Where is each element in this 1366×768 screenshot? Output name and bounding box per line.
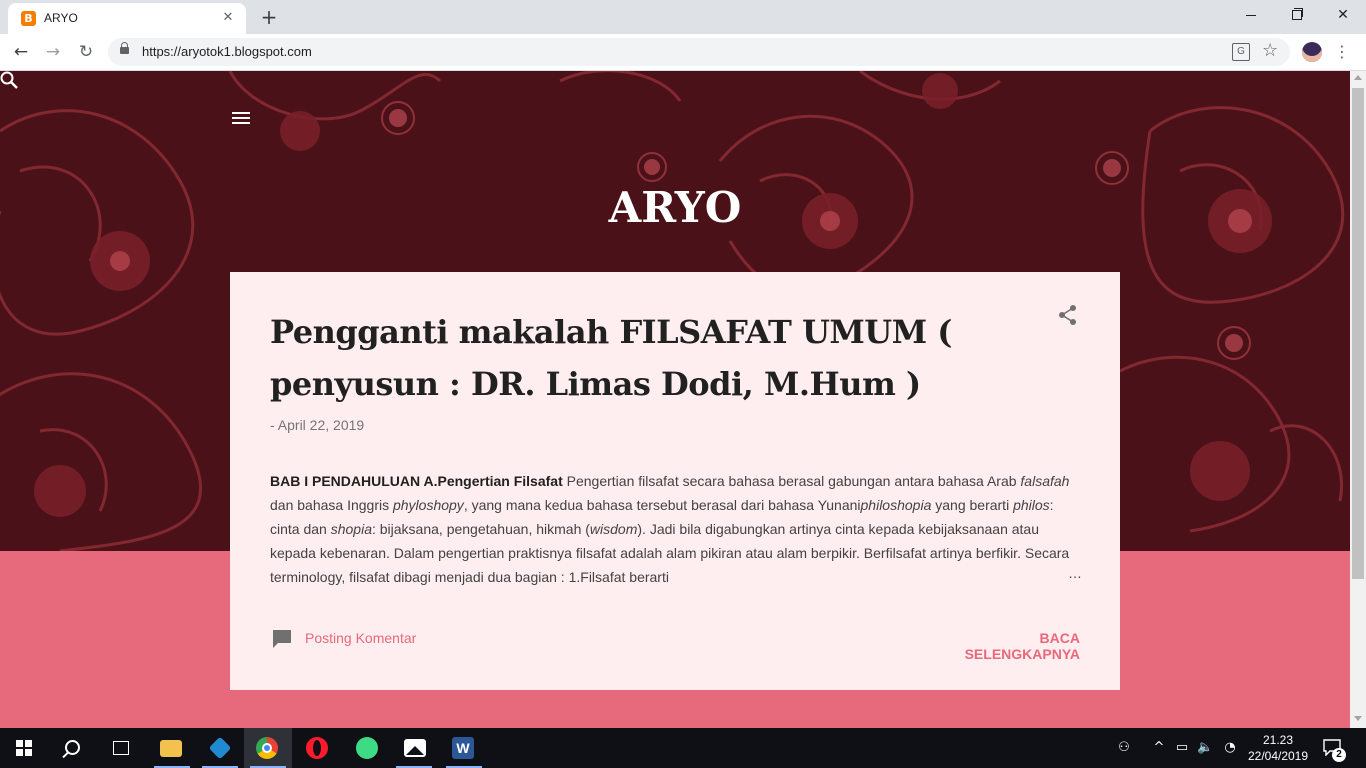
people-icon[interactable]: ⚇ <box>1116 740 1132 756</box>
close-tab-icon[interactable]: ✕ <box>219 9 237 27</box>
snippet-text: dan bahasa Inggris <box>270 497 393 513</box>
chrome-button[interactable] <box>244 728 292 768</box>
profile-avatar[interactable] <box>1302 42 1322 62</box>
page-scrollbar[interactable] <box>1350 71 1366 728</box>
clock-date: 22/04/2019 <box>1247 749 1309 763</box>
hamburger-menu-icon[interactable] <box>232 112 252 126</box>
comment-link[interactable]: Posting Komentar <box>305 630 416 646</box>
back-button[interactable]: ← <box>9 40 33 64</box>
photos-button[interactable] <box>390 728 438 768</box>
vscode-button[interactable] <box>196 728 244 768</box>
snippet-text: yang berarti <box>931 497 1014 513</box>
url-text[interactable]: https://aryotok1.blogspot.com <box>142 44 312 59</box>
file-explorer-button[interactable] <box>148 728 196 768</box>
snippet-italic: falsafah <box>1020 473 1070 489</box>
task-view-button[interactable] <box>96 728 144 768</box>
opera-center-icon <box>313 740 321 756</box>
taskbar-search-button[interactable] <box>48 728 96 768</box>
snippet-text: Pengertian filsafat secara bahasa berasa… <box>562 473 1021 489</box>
opera-icon <box>306 737 328 759</box>
browser-menu-icon[interactable]: ⋮ <box>1334 40 1350 64</box>
folder-icon <box>160 740 182 757</box>
show-hidden-icons-chevron-icon[interactable]: ^ <box>1151 740 1167 756</box>
search-icon[interactable] <box>0 71 18 89</box>
vscode-icon <box>208 736 232 760</box>
word-button[interactable]: W <box>440 728 488 768</box>
word-icon: W <box>452 737 474 759</box>
new-tab-button[interactable]: + <box>258 6 280 28</box>
snippet-text: , yang mana kedua bahasa tersebut berasa… <box>463 497 861 513</box>
start-button[interactable] <box>0 728 48 768</box>
notification-count-badge: 2 <box>1332 748 1346 762</box>
task-view-icon <box>113 741 129 755</box>
address-bar[interactable]: https://aryotok1.blogspot.com G ☆ <box>108 38 1290 66</box>
snippet-italic: philos <box>1013 497 1050 513</box>
scroll-down-arrow-icon[interactable] <box>1354 716 1362 721</box>
wifi-icon[interactable]: ◔ <box>1222 740 1238 756</box>
taskbar-clock[interactable]: 21.23 22/04/2019 <box>1238 732 1318 764</box>
translate-icon[interactable]: G <box>1232 43 1250 61</box>
blog-title[interactable]: ARYO <box>0 183 1350 232</box>
battery-icon[interactable]: ▭ <box>1174 740 1190 756</box>
browser-tab[interactable]: B ARYO ✕ <box>8 3 246 34</box>
close-window-button[interactable]: ✕ <box>1320 0 1366 30</box>
photo-mountain-icon <box>406 746 424 755</box>
forward-button[interactable]: → <box>41 40 65 64</box>
browser-titlebar: B ARYO ✕ + ✕ <box>0 0 1366 34</box>
bookmark-star-icon[interactable]: ☆ <box>1262 40 1278 61</box>
reload-button[interactable]: ↻ <box>74 40 98 64</box>
post-title[interactable]: Pengganti makalah FILSAFAT UMUM ( penyus… <box>270 306 1030 410</box>
snippet-italic: wisdom <box>589 521 638 537</box>
tab-title: ARYO <box>44 11 78 25</box>
snippet-italic: philoshopia <box>860 497 932 513</box>
post-card: Pengganti makalah FILSAFAT UMUM ( penyus… <box>230 272 1120 690</box>
android-studio-button[interactable] <box>342 728 390 768</box>
android-studio-icon <box>356 737 378 759</box>
restore-button[interactable] <box>1274 0 1320 30</box>
clock-time: 21.23 <box>1262 733 1294 747</box>
scroll-thumb[interactable] <box>1352 88 1364 579</box>
opera-button[interactable] <box>292 728 340 768</box>
snippet-italic: phyloshopy <box>392 497 464 513</box>
comment-icon[interactable] <box>272 629 292 649</box>
blog-page: ARYO Pengganti makalah FILSAFAT UMUM ( p… <box>0 71 1350 728</box>
post-snippet: BAB I PENDAHULUAN A.Pengertian Filsafat … <box>270 469 1082 587</box>
chrome-center-icon <box>262 743 272 753</box>
photos-icon <box>404 739 426 757</box>
share-icon[interactable] <box>1057 304 1079 326</box>
search-icon <box>65 740 80 755</box>
snippet-text: : bijaksana, pengetahuan, hikmah ( <box>371 521 590 537</box>
snippet-ellipsis[interactable]: … <box>1068 565 1082 581</box>
snippet-italic: shopia <box>330 521 372 537</box>
scroll-up-arrow-icon[interactable] <box>1354 75 1362 80</box>
volume-icon[interactable]: 🔈 <box>1197 740 1213 756</box>
blogger-favicon-icon: B <box>21 11 36 26</box>
lock-icon[interactable] <box>120 42 129 54</box>
minimize-button[interactable] <box>1228 0 1274 30</box>
browser-toolbar: ← → ↻ https://aryotok1.blogspot.com G ☆ <box>0 34 1366 71</box>
windows-logo-icon <box>16 740 32 756</box>
read-more-link[interactable]: BACA SELENGKAPNYA <box>925 630 1080 662</box>
chrome-icon <box>256 737 278 759</box>
windows-taskbar: W ⚇ ^ ▭ 🔈 ◔ 21.23 22/04/2019 2 <box>0 728 1366 768</box>
post-date[interactable]: - April 22, 2019 <box>270 417 364 433</box>
snippet-lead: BAB I PENDAHULUAN A.Pengertian Filsafat <box>270 473 563 489</box>
